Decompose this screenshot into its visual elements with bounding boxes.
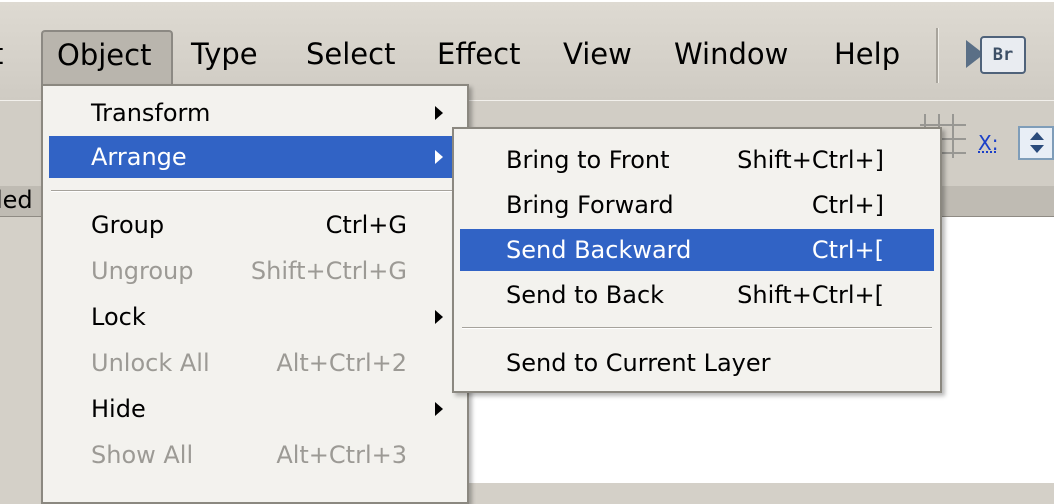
menu-item-shortcut: Shift+Ctrl+[ [737,281,884,309]
menu-item-transform[interactable]: Transform [49,92,461,134]
menu-separator [51,190,459,192]
menu-item-send-backward[interactable]: Send Backward Ctrl+[ [460,229,934,271]
menu-item-group[interactable]: Group Ctrl+G [49,204,461,246]
menu-item-label: Send to Back [506,281,665,309]
bridge-button[interactable]: Br [966,32,1030,76]
stepper-down-icon[interactable] [1030,145,1044,153]
menu-help[interactable]: Help [834,36,900,72]
menu-item-bring-forward[interactable]: Bring Forward Ctrl+] [460,184,934,226]
menu-item-shortcut: Ctrl+] [811,191,884,219]
menu-item-label: Arrange [91,143,187,171]
menu-item-label: Lock [91,303,146,331]
menu-item-send-to-current-layer[interactable]: Send to Current Layer [460,342,934,384]
menu-select[interactable]: Select [306,36,395,72]
menu-item-unlock-all[interactable]: Unlock All Alt+Ctrl+2 [49,342,461,384]
menu-type[interactable]: Type [191,36,258,72]
menu-item-shortcut: Shift+Ctrl+] [737,146,884,174]
menu-object[interactable]: Object [41,30,173,87]
menu-item-bring-to-front[interactable]: Bring to Front Shift+Ctrl+] [460,139,934,181]
menu-item-label: Show All [91,441,194,469]
menu-item-shortcut: Alt+Ctrl+2 [276,349,407,377]
submenu-arrow-icon [435,310,443,324]
submenu-arrow-icon [435,106,443,120]
menu-separator [462,327,932,329]
menu-item-arrange[interactable]: Arrange [49,136,461,178]
menu-item-shortcut: Alt+Ctrl+3 [276,441,407,469]
menu-item-show-all[interactable]: Show All Alt+Ctrl+3 [49,434,461,476]
arrange-submenu: Bring to Front Shift+Ctrl+] Bring Forwar… [452,127,942,393]
menu-view[interactable]: View [563,36,632,72]
menu-item-shortcut: Ctrl+G [325,211,407,239]
x-coordinate-label[interactable]: X: [978,131,998,155]
menu-item-send-to-back[interactable]: Send to Back Shift+Ctrl+[ [460,274,934,316]
bridge-icon: Br [980,36,1026,74]
menu-item-label: Transform [91,99,211,127]
submenu-arrow-icon [435,402,443,416]
menu-item-label: Send Backward [506,236,692,264]
menu-item-label: Send to Current Layer [506,349,771,377]
menu-item-label: Group [91,211,165,239]
stepper-up-icon[interactable] [1030,132,1044,140]
menu-item-label: Hide [91,395,146,423]
menu-item-hide[interactable]: Hide [49,388,461,430]
menu-item-ungroup[interactable]: Ungroup Shift+Ctrl+G [49,250,461,292]
menu-item-shortcut: Shift+Ctrl+G [250,257,407,285]
menubar-separator [936,28,939,83]
menu-edit[interactable]: t [0,36,3,72]
menu-item-label: Bring Forward [506,191,674,219]
menu-item-label: Unlock All [91,349,210,377]
menu-window[interactable]: Window [674,36,788,72]
menu-item-shortcut: Ctrl+[ [811,236,884,264]
menu-item-label: Bring to Front [506,146,670,174]
menu-item-lock[interactable]: Lock [49,296,461,338]
submenu-arrow-icon [435,150,443,164]
menu-item-label: Ungroup [91,257,194,285]
document-tab[interactable]: led [0,186,33,214]
x-coordinate-stepper[interactable] [1018,126,1054,160]
menu-effect[interactable]: Effect [437,36,520,72]
object-menu: Transform Arrange Group Ctrl+G Ungroup S… [41,84,469,504]
